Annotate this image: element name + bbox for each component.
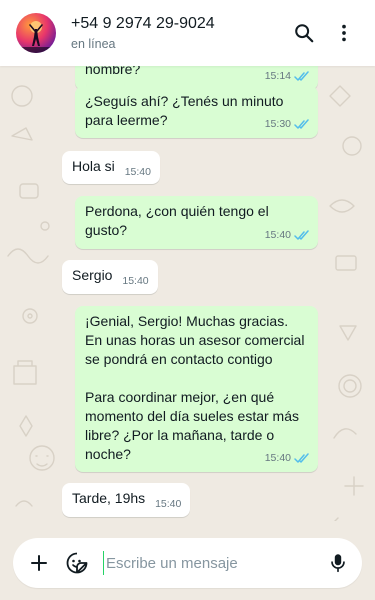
message-meta: 15:30	[265, 115, 310, 134]
message-text: Sergio	[72, 267, 113, 283]
voice-message-button[interactable]	[326, 551, 350, 575]
contact-status: en línea	[71, 36, 116, 51]
message-time: 15:40	[124, 166, 151, 178]
menu-button[interactable]	[327, 16, 361, 50]
message-text: ¡Genial, Sergio! Muchas gracias. En unas…	[85, 313, 305, 462]
message-bubble-incoming[interactable]: Hola si 15:40	[62, 151, 160, 184]
message-time: 15:40	[122, 275, 149, 287]
more-vertical-icon	[342, 24, 346, 42]
chat-area[interactable]: nombre? 15:14 ¿Seguís ahí? ¿Tenés un min…	[0, 66, 375, 521]
message-time: 15:40	[264, 452, 291, 464]
chat-header: +54 9 2974 29-9024 en línea	[0, 0, 375, 66]
message-bubble-incoming[interactable]: Sergio 15:40	[62, 260, 158, 294]
search-icon	[295, 24, 314, 43]
plus-icon	[31, 555, 47, 571]
message-meta: 15:40	[125, 163, 151, 182]
composer	[0, 521, 375, 600]
double-check-icon	[294, 71, 309, 81]
message-meta: 15:40	[265, 449, 310, 468]
double-check-icon	[294, 230, 309, 240]
sticker-icon	[66, 552, 88, 574]
message-time: 15:40	[155, 498, 182, 510]
message-bubble-outgoing[interactable]: ¿Seguís ahí? ¿Tenés un minuto para leerm…	[75, 86, 318, 138]
contact-name: +54 9 2974 29-9024	[71, 14, 215, 32]
message-meta: 15:40	[155, 495, 181, 514]
attach-button[interactable]	[27, 551, 51, 575]
message-meta: 15:40	[122, 272, 148, 291]
sticker-button[interactable]	[65, 551, 89, 575]
contact-info[interactable]: +54 9 2974 29-9024 en línea	[71, 14, 281, 53]
message-meta: 15:14	[265, 67, 310, 86]
message-time: 15:14	[264, 70, 291, 82]
message-text: Hola si	[72, 158, 115, 174]
message-bubble-incoming[interactable]: Tarde, 19hs 15:40	[62, 483, 191, 517]
search-button[interactable]	[287, 16, 321, 50]
composer-bar	[13, 538, 362, 588]
message-time: 15:30	[264, 118, 291, 130]
message-input[interactable]	[103, 551, 316, 575]
double-check-icon	[294, 453, 309, 463]
avatar[interactable]	[16, 13, 56, 53]
message-bubble-outgoing[interactable]: Perdona, ¿con quién tengo el gusto? 15:4…	[75, 196, 318, 249]
double-check-icon	[294, 119, 309, 129]
microphone-icon	[331, 554, 345, 573]
message-time: 15:40	[264, 229, 291, 241]
message-meta: 15:40	[265, 226, 310, 245]
message-text: Tarde, 19hs	[72, 490, 146, 506]
message-bubble-outgoing[interactable]: ¡Genial, Sergio! Muchas gracias. En unas…	[75, 306, 318, 472]
